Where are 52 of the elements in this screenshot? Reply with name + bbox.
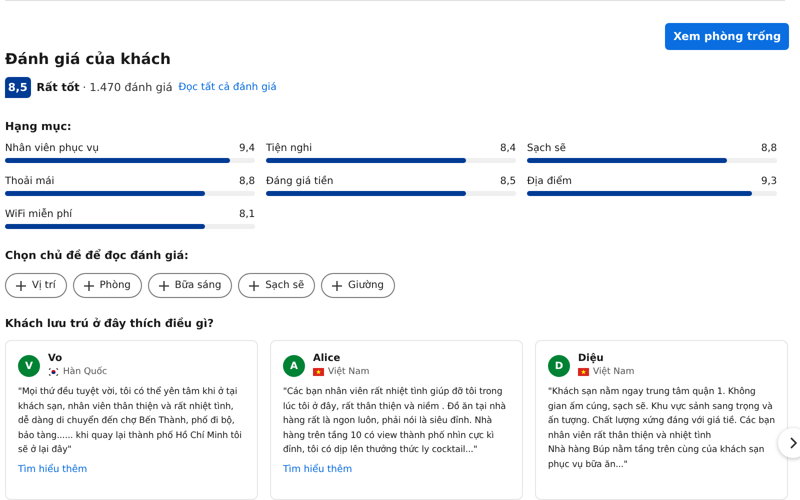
reviews-heading: Khách lưu trú ở đây thích điều gì? bbox=[5, 317, 215, 330]
plus-icon bbox=[84, 280, 94, 290]
review-text: "Mọi thứ đều tuyệt vời, tôi có thể yên tâm khi ở tại khách sạn, nhân viên thân thiện và rất nhiệt tình, dễ dàng di chuyển đến chợ Bến Thành, phố đi bộ, bảo tàng...... khi quay lại thành phố Hồ Chí Minh tôi sẽ ở lại đây" bbox=[18, 385, 243, 457]
reviewer-country: Việt Nam bbox=[328, 367, 370, 377]
section-title: Đánh giá của khách bbox=[5, 50, 171, 68]
review-text: "Khách sạn nằm ngay trung tâm quận 1. Không gian ấm cúng, sạch sẽ. Khu vực sảnh sang trọng và ấn tượng. Chất lượng xứng đáng với giá tiề. Các bạn nhân viên rất thân thiện và nhiệt tình Nhà hàng Búp nằm tầng trên cùng của khách sạn phục vụ bữa ăn..." bbox=[548, 385, 775, 472]
review-text: "Các bạn nhân viên rất nhiệt tình giúp đỡ tôi trong lúc tôi ở đây, rất thân thiện và niềm . Đồ ăn tại nhà hàng rất là ngon luôn, phải nói là siêu đỉnh. Nhà hàng trên tầng 10 có view thành phố nhìn cực kì đỉnh, tôi có dịp lên thưởng thức ly cocktail..." bbox=[283, 386, 507, 457]
flag-icon bbox=[578, 368, 589, 376]
reviewer-country: Hàn Quốc bbox=[63, 367, 108, 377]
flag-icon bbox=[313, 368, 324, 376]
topics-heading: Chọn chủ đề để đọc đánh giá: bbox=[5, 249, 190, 262]
category-name: Thoải mái bbox=[5, 176, 54, 187]
category-score: 8,8 bbox=[239, 176, 255, 187]
review-count: · 1.470 đánh giá bbox=[82, 81, 172, 94]
plus-icon bbox=[158, 280, 169, 290]
category-score: 8,1 bbox=[239, 209, 255, 220]
plus-icon bbox=[332, 280, 342, 290]
category-name: Sạch sẽ bbox=[527, 143, 566, 154]
topic-chip[interactable]: Giường bbox=[321, 273, 395, 298]
topic-chip[interactable]: Phòng bbox=[72, 273, 142, 298]
read-all-link[interactable]: Đọc tất cả đánh giá bbox=[178, 82, 277, 93]
score-badge: 8,5 bbox=[5, 77, 30, 98]
chevron-right-icon bbox=[789, 437, 797, 449]
topic-chip[interactable]: Sạch sẽ bbox=[238, 273, 316, 298]
plus-icon bbox=[249, 280, 260, 290]
topic-chip[interactable]: Vị trí bbox=[5, 273, 67, 298]
flag-icon bbox=[48, 368, 59, 376]
category-score: 8,8 bbox=[761, 143, 777, 154]
avatar: A bbox=[283, 355, 305, 377]
category-name: Địa điểm bbox=[527, 176, 572, 187]
avatar: D bbox=[548, 355, 570, 377]
read-more-link[interactable]: Tìm hiểu thêm bbox=[283, 464, 510, 474]
category-name: Đáng giá tiền bbox=[266, 176, 334, 187]
avatar: V bbox=[18, 355, 40, 377]
category-score: 8,4 bbox=[500, 143, 516, 154]
categories-heading: Hạng mục: bbox=[5, 120, 72, 133]
plus-icon bbox=[16, 280, 26, 290]
next-button[interactable] bbox=[778, 428, 800, 458]
topic-chip[interactable]: Bữa sáng bbox=[148, 273, 232, 298]
category-name: WiFi miễn phí bbox=[5, 209, 72, 220]
reviewer-country: Việt Nam bbox=[593, 367, 634, 377]
reviewer-name: Diệu bbox=[578, 353, 605, 364]
rating-label: Rất tốt bbox=[36, 81, 80, 94]
see-rooms-button[interactable]: Xem phòng trống bbox=[665, 23, 789, 50]
read-more-link[interactable]: Tìm hiểu thêm bbox=[18, 464, 245, 474]
category-score: 9,4 bbox=[239, 143, 255, 154]
category-score: 8,5 bbox=[500, 176, 516, 187]
category-name: Tiện nghi bbox=[266, 143, 312, 154]
category-name: Nhân viên phục vụ bbox=[5, 143, 99, 154]
category-score: 9,3 bbox=[761, 176, 777, 187]
reviewer-name: Vo bbox=[48, 353, 64, 364]
reviewer-name: Alice bbox=[313, 353, 342, 364]
